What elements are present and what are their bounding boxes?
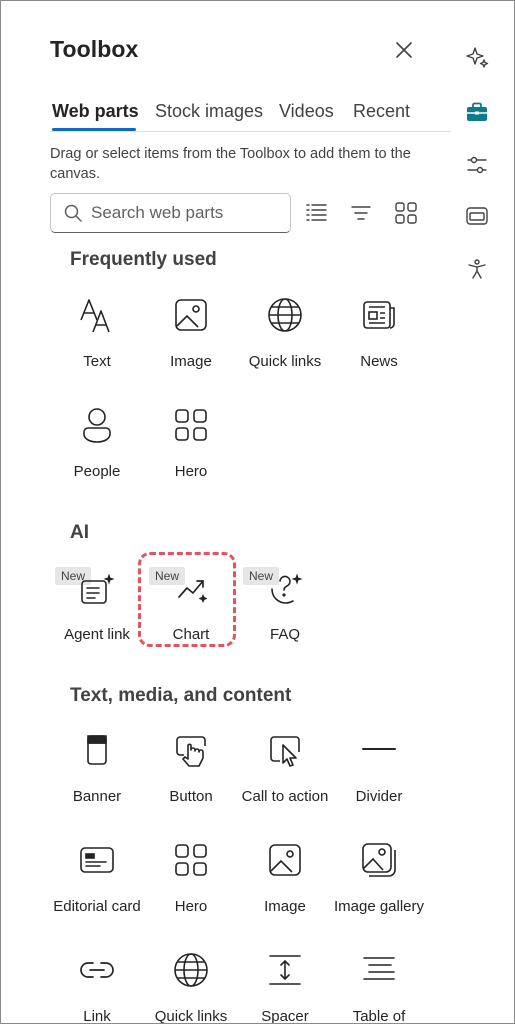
web-part-hero[interactable]: Hero: [143, 406, 239, 506]
web-part-button[interactable]: Button: [143, 731, 239, 831]
tab-recent[interactable]: Recent: [353, 101, 410, 122]
image-gallery-icon: [360, 841, 398, 879]
news-icon: [360, 296, 398, 334]
panel-title: Toolbox: [50, 36, 139, 62]
web-part-banner[interactable]: Banner: [49, 731, 145, 831]
layout-icon[interactable]: [465, 204, 489, 228]
toolbox-icon[interactable]: [465, 100, 489, 124]
chart-highlight-annotation: [138, 552, 236, 647]
web-part-image-gallery[interactable]: Image gallery: [331, 841, 427, 941]
section-frequently-used: Frequently used: [70, 249, 217, 270]
web-part-image-2[interactable]: Image: [237, 841, 333, 941]
spacer-icon: [266, 951, 304, 989]
web-part-link[interactable]: Link: [49, 951, 145, 1023]
person-icon: [78, 406, 116, 444]
web-part-table-of-contents[interactable]: Table of: [331, 951, 427, 1023]
search-icon: [63, 203, 83, 223]
web-part-editorial-card[interactable]: Editorial card: [49, 841, 145, 941]
agent-link-icon: [78, 569, 116, 607]
section-ai: AI: [70, 522, 89, 543]
web-part-people[interactable]: People: [49, 406, 145, 506]
editorial-card-icon: [78, 841, 116, 879]
filter-icon[interactable]: [348, 200, 374, 226]
section-text-media-content: Text, media, and content: [70, 685, 292, 706]
hero-icon: [172, 841, 210, 879]
globe-icon: [266, 296, 304, 334]
banner-icon: [78, 731, 116, 769]
image-icon: [266, 841, 304, 879]
image-icon: [172, 296, 210, 334]
web-part-quick-links[interactable]: Quick links: [237, 296, 333, 396]
close-icon[interactable]: [393, 39, 415, 61]
text-icon: [78, 296, 116, 334]
search-input[interactable]: Search web parts: [50, 193, 291, 233]
web-part-text[interactable]: Text: [49, 296, 145, 396]
toolbox-panel: Toolbox Web parts Stock images Videos Re…: [1, 1, 451, 1023]
web-part-faq[interactable]: New FAQ: [237, 567, 333, 669]
tab-bar: Web parts Stock images Videos Recent: [50, 101, 451, 133]
web-part-image[interactable]: Image: [143, 296, 239, 396]
tab-videos[interactable]: Videos: [279, 101, 334, 122]
link-icon: [78, 951, 116, 989]
tabs-divider: [50, 131, 451, 132]
globe-icon: [172, 951, 210, 989]
web-part-call-to-action[interactable]: Call to action: [237, 731, 333, 831]
web-part-spacer[interactable]: Spacer: [237, 951, 333, 1023]
tab-stock-images[interactable]: Stock images: [155, 101, 263, 122]
web-part-news[interactable]: News: [331, 296, 427, 396]
hero-icon: [172, 406, 210, 444]
web-part-agent-link[interactable]: New Agent link: [49, 567, 145, 669]
divider-icon: [360, 731, 398, 769]
faq-icon: [266, 569, 304, 607]
sparkle-icon[interactable]: [465, 45, 489, 69]
accessibility-icon[interactable]: [465, 257, 489, 281]
button-click-icon: [172, 731, 210, 769]
right-rail: [451, 1, 514, 1023]
web-part-divider[interactable]: Divider: [331, 731, 427, 831]
grid-view-icon[interactable]: [393, 200, 419, 226]
cursor-box-icon: [266, 731, 304, 769]
web-part-hero-2[interactable]: Hero: [143, 841, 239, 941]
sliders-icon[interactable]: [465, 153, 489, 177]
list-view-icon[interactable]: [303, 200, 329, 226]
web-part-quick-links-2[interactable]: Quick links: [143, 951, 239, 1023]
search-placeholder: Search web parts: [91, 203, 224, 222]
tab-web-parts[interactable]: Web parts: [52, 101, 139, 122]
table-of-contents-icon: [360, 951, 398, 989]
panel-description: Drag or select items from the Toolbox to…: [50, 146, 411, 182]
